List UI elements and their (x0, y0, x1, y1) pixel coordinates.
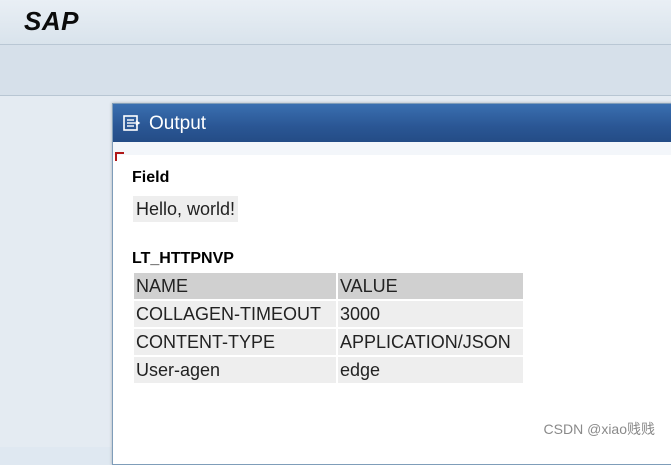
column-header-name: NAME (134, 273, 336, 299)
watermark-text: CSDN @xiao贱贱 (543, 421, 655, 437)
http-nvp-table: NAME VALUE COLLAGEN-TIMEOUT 3000 CONTENT… (132, 271, 525, 385)
output-list-icon (123, 114, 141, 132)
column-header-value: VALUE (338, 273, 523, 299)
cell-name: User-agen (134, 357, 336, 383)
table-row: CONTENT-TYPE APPLICATION/JSON (134, 329, 523, 355)
output-dialog: Output Field Hello, world! LT_HTTPNVP NA… (112, 103, 671, 465)
table-label: LT_HTTPNVP (132, 250, 234, 267)
sap-title-bar: SAP (0, 0, 671, 45)
table-row: User-agen edge (134, 357, 523, 383)
table-row: COLLAGEN-TIMEOUT 3000 (134, 301, 523, 327)
dialog-title: Output (149, 113, 207, 134)
table-header-row: NAME VALUE (134, 273, 523, 299)
cell-value: APPLICATION/JSON (338, 329, 523, 355)
cell-name: COLLAGEN-TIMEOUT (134, 301, 336, 327)
selection-corner-marker (115, 152, 124, 161)
cell-value: edge (338, 357, 523, 383)
cell-name: CONTENT-TYPE (134, 329, 336, 355)
application-toolbar (0, 45, 671, 96)
dialog-top-band (113, 142, 671, 155)
field-value: Hello, world! (133, 196, 239, 222)
cell-value: 3000 (338, 301, 523, 327)
field-label: Field (132, 169, 170, 186)
sap-logo-text: SAP (24, 6, 79, 36)
dialog-header[interactable]: Output (113, 104, 671, 142)
